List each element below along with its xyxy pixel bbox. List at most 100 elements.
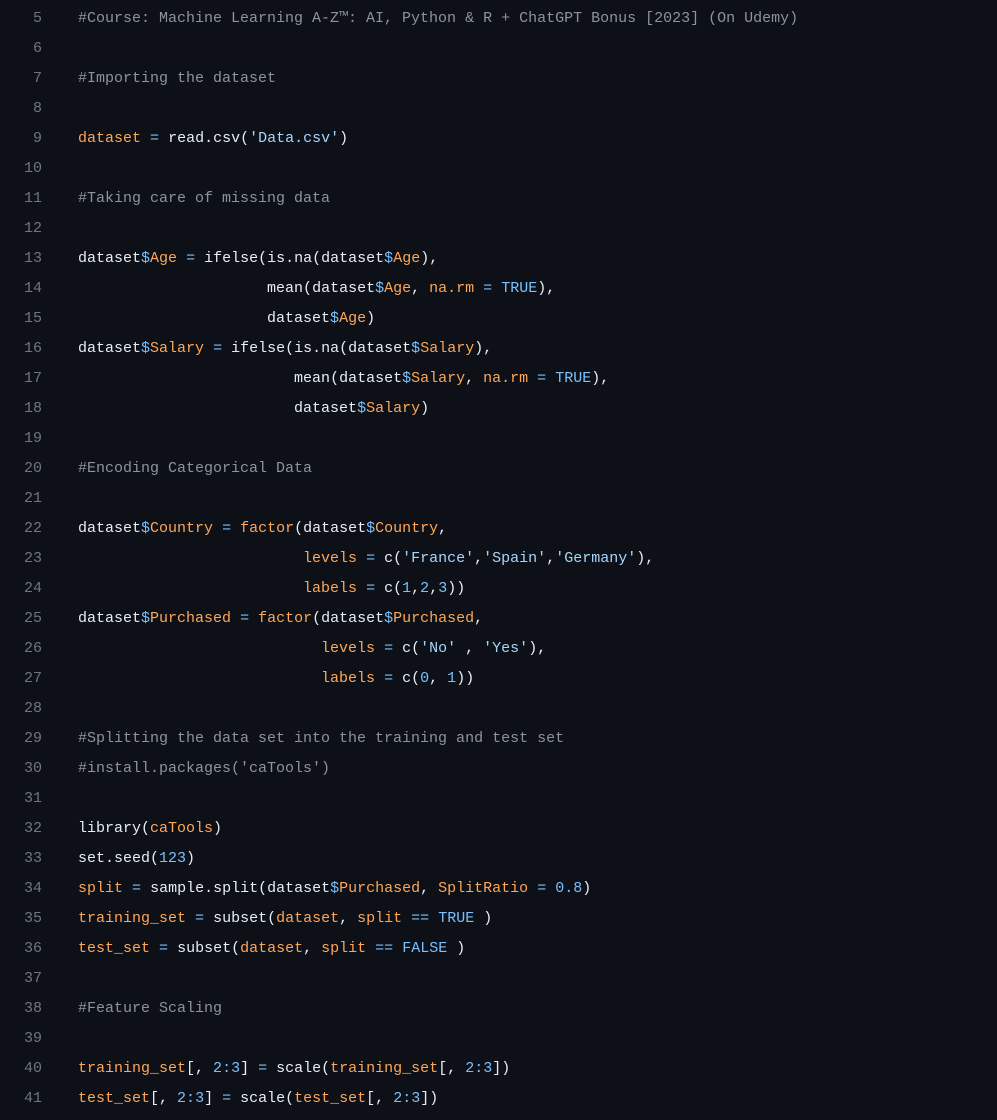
code-token: dataset (348, 340, 411, 357)
code-token: set.seed (78, 850, 150, 867)
code-line[interactable]: #Importing the dataset (78, 64, 997, 94)
line-number: 26 (0, 634, 42, 664)
code-token (375, 670, 384, 687)
code-token (249, 610, 258, 627)
code-line[interactable]: library(caTools) (78, 814, 997, 844)
code-token: $ (141, 520, 150, 537)
code-editor[interactable]: 5678910111213141516171819202122232425262… (0, 0, 997, 1120)
code-token: = (483, 280, 492, 297)
code-token: ) (528, 640, 537, 657)
code-token: is.na (294, 340, 339, 357)
code-token (231, 520, 240, 537)
code-token: FALSE (402, 940, 447, 957)
code-line[interactable]: #Splitting the data set into the trainin… (78, 724, 997, 754)
code-line[interactable] (78, 964, 997, 994)
code-token: c (384, 580, 393, 597)
code-token: training_set (78, 1060, 186, 1077)
code-token: TRUE (438, 910, 474, 927)
code-line[interactable]: levels = c('No' , 'Yes'), (78, 634, 997, 664)
code-line[interactable] (78, 34, 997, 64)
code-token: 3 (411, 1090, 420, 1107)
code-line[interactable]: set.seed(123) (78, 844, 997, 874)
code-token: 2 (465, 1060, 474, 1077)
line-number: 6 (0, 34, 42, 64)
code-line[interactable]: #Course: Machine Learning A-Z™: AI, Pyth… (78, 4, 997, 34)
code-line[interactable]: #Feature Scaling (78, 994, 997, 1024)
code-line[interactable]: test_set = subset(dataset, split == FALS… (78, 934, 997, 964)
code-line[interactable] (78, 94, 997, 124)
code-line[interactable]: split = sample.split(dataset$Purchased, … (78, 874, 997, 904)
code-line[interactable]: labels = c(1,2,3)) (78, 574, 997, 604)
code-token: 'Germany' (555, 550, 636, 567)
code-line[interactable] (78, 484, 997, 514)
code-token: = (366, 550, 375, 567)
code-line[interactable]: dataset$Age) (78, 304, 997, 334)
code-token: 2 (420, 580, 429, 597)
code-token: $ (141, 250, 150, 267)
code-line[interactable]: training_set = subset(dataset, split == … (78, 904, 997, 934)
code-line[interactable]: #Encoding Categorical Data (78, 454, 997, 484)
code-token: , (537, 640, 546, 657)
line-number: 11 (0, 184, 42, 214)
code-token: = (195, 910, 204, 927)
code-token: 3 (483, 1060, 492, 1077)
code-line[interactable]: training_set[, 2:3] = scale(training_set… (78, 1054, 997, 1084)
code-line[interactable]: test_set[, 2:3] = scale(test_set[, 2:3]) (78, 1084, 997, 1114)
code-token: ( (285, 340, 294, 357)
code-token: , (474, 610, 483, 627)
code-token: $ (330, 310, 339, 327)
code-token: = (150, 130, 159, 147)
code-token: Salary (411, 370, 465, 387)
code-token: dataset (312, 280, 375, 297)
code-line[interactable] (78, 784, 997, 814)
code-token (78, 670, 321, 687)
code-token: caTools (150, 820, 213, 837)
code-token: , (600, 370, 609, 387)
code-token: dataset (78, 130, 141, 147)
code-token: dataset (78, 250, 141, 267)
code-line[interactable]: mean(dataset$Salary, na.rm = TRUE), (78, 364, 997, 394)
code-line[interactable]: #Taking care of missing data (78, 184, 997, 214)
code-token (177, 250, 186, 267)
code-line[interactable]: labels = c(0, 1)) (78, 664, 997, 694)
code-token: , (411, 280, 429, 297)
code-line[interactable]: levels = c('France','Spain','Germany'), (78, 544, 997, 574)
code-token: dataset (78, 520, 141, 537)
code-token: #Feature Scaling (78, 1000, 222, 1017)
code-token: ( (267, 910, 276, 927)
code-line[interactable]: dataset = read.csv('Data.csv') (78, 124, 997, 154)
code-token: factor (240, 520, 294, 537)
code-token (231, 1090, 240, 1107)
code-line[interactable]: dataset$Purchased = factor(dataset$Purch… (78, 604, 997, 634)
code-line[interactable] (78, 214, 997, 244)
code-line[interactable] (78, 1024, 997, 1054)
code-token: 123 (159, 850, 186, 867)
code-token: subset (213, 910, 267, 927)
code-token (168, 940, 177, 957)
code-line[interactable]: mean(dataset$Age, na.rm = TRUE), (78, 274, 997, 304)
code-token: na.rm (483, 370, 528, 387)
line-number: 12 (0, 214, 42, 244)
code-token (528, 370, 537, 387)
code-token: 2 (393, 1090, 402, 1107)
code-token: ) (447, 940, 465, 957)
code-token: ) (537, 280, 546, 297)
code-token: 0 (420, 670, 429, 687)
code-line[interactable] (78, 154, 997, 184)
code-token: = (258, 1060, 267, 1077)
code-line[interactable]: dataset$Salary) (78, 394, 997, 424)
code-line[interactable] (78, 424, 997, 454)
code-token: , (339, 910, 357, 927)
code-token: ) (213, 820, 222, 837)
code-line[interactable]: dataset$Salary = ifelse(is.na(dataset$Sa… (78, 334, 997, 364)
code-line[interactable]: #install.packages('caTools') (78, 754, 997, 784)
code-token: sample.split (150, 880, 258, 897)
line-number: 18 (0, 394, 42, 424)
code-token (402, 910, 411, 927)
line-number: 21 (0, 484, 42, 514)
code-line[interactable]: dataset$Country = factor(dataset$Country… (78, 514, 997, 544)
code-line[interactable]: dataset$Age = ifelse(is.na(dataset$Age), (78, 244, 997, 274)
code-area[interactable]: #Course: Machine Learning A-Z™: AI, Pyth… (60, 0, 997, 1120)
code-line[interactable] (78, 694, 997, 724)
code-token: dataset (321, 250, 384, 267)
